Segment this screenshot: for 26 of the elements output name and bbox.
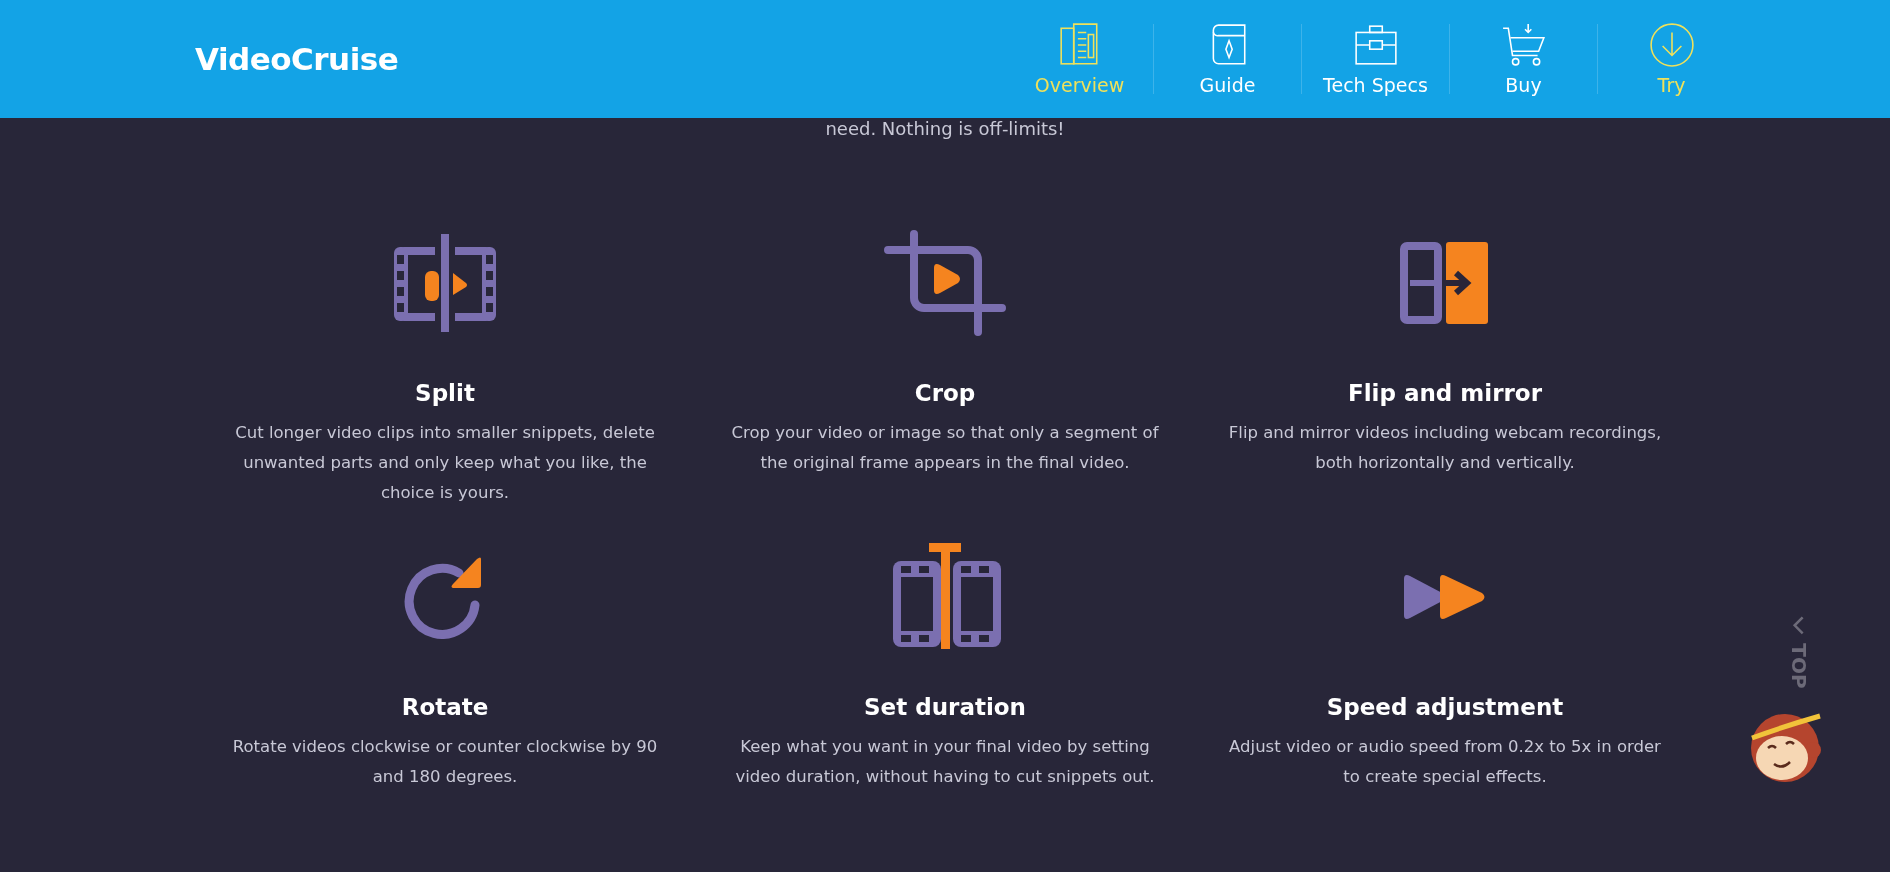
feature-description: Cut longer video clips into smaller snippets, delete unwanted parts and only keep what you like, the choice is yours. bbox=[234, 422, 656, 504]
feature-description: Keep what you want in your final video by setting video duration, without having to cut snippets out. bbox=[734, 736, 1156, 788]
chevron-icon bbox=[1791, 615, 1806, 636]
briefcase-icon bbox=[1352, 22, 1399, 68]
nav-link[interactable]: Guide bbox=[1154, 22, 1301, 96]
download-icon bbox=[1648, 22, 1695, 68]
logo-text[interactable]: VideoCruise bbox=[195, 41, 399, 77]
feature-description: Rotate videos clockwise or counter clockwise by 90 and 180 degrees. bbox=[231, 736, 659, 788]
feature-description: Flip and mirror videos including webcam recordings, both horizontally and vertically. bbox=[1227, 422, 1663, 474]
feature-title: Split bbox=[415, 380, 475, 406]
flip-icon bbox=[1400, 242, 1490, 324]
nav-link[interactable]: Try bbox=[1598, 22, 1745, 96]
back-to-top-button[interactable]: TOP bbox=[1786, 615, 1811, 689]
nav-link[interactable]: Tech Specs bbox=[1302, 22, 1449, 96]
feature-description: Adjust video or audio speed from 0.2x to 5x in order to create special effects. bbox=[1228, 736, 1662, 788]
cart-icon bbox=[1500, 22, 1547, 68]
feature-title: Crop bbox=[914, 380, 976, 406]
intro-text: need. Nothing is off-limits! bbox=[824, 118, 1066, 140]
feature-description: Crop your video or image so that only a segment of the original frame appears in the final video. bbox=[730, 422, 1160, 474]
feature-title: Rotate bbox=[401, 694, 489, 720]
nav-link[interactable]: Overview bbox=[1006, 22, 1153, 96]
feature-title: Flip and mirror bbox=[1348, 380, 1542, 406]
feature-title: Speed adjustment bbox=[1326, 694, 1564, 720]
feature-title: Set duration bbox=[864, 694, 1026, 720]
nav-link[interactable]: Buy bbox=[1450, 22, 1597, 96]
crop-icon bbox=[884, 230, 1006, 336]
